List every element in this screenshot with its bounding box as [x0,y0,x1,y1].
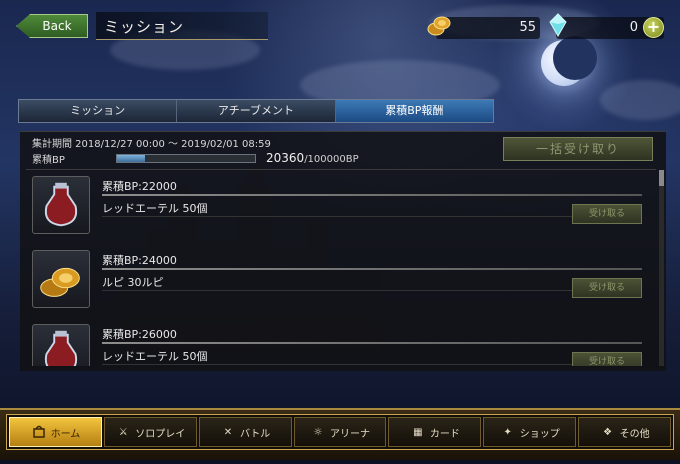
nav-shop[interactable]: ✦ ショップ [483,417,577,447]
row-divider [102,216,642,217]
bp-current: 20360 [266,151,305,165]
reward-desc: レッドエーテル 50個 [102,350,208,363]
nav-label: ホーム [50,428,81,440]
rupie-coins-icon [427,16,451,36]
back-label: Back [42,19,72,33]
back-button[interactable]: Back [16,14,88,38]
nav-label: ソロプレイ [135,428,186,440]
scrollbar[interactable] [659,170,664,366]
other-icon: ❖ [603,426,613,438]
bp-progress-fill [117,155,146,162]
nav-cards[interactable]: ▦ カード [388,417,482,447]
tab-bar: ミッション アチーブメント 累積BP報酬 [18,99,494,123]
bottom-nav-bar: ホーム ⚔ ソロプレイ ✕ バトル ☼ アリーナ ▦ カード ✦ ショップ ❖ … [6,414,674,450]
reward-desc: ルピ 30ルピ [102,276,164,289]
bp-value: 20360/100000BP [266,151,359,165]
reward-title: 累積BP:24000 [102,254,177,267]
divider [26,169,656,170]
reward-underline [102,268,642,270]
reward-underline [102,194,642,196]
bulk-claim-button[interactable]: 一括受け取り [503,137,653,161]
bp-max: /100000BP [304,154,359,165]
nav-solo[interactable]: ⚔ ソロプレイ [103,417,197,447]
reward-row: 累積BP:24000 ルピ 30ルピ 受け取る [26,246,656,316]
shop-icon: ✦ [503,426,512,438]
claim-button[interactable]: 受け取る [572,352,642,366]
row-divider [102,290,642,291]
tab-achievement[interactable]: アチーブメント [177,100,336,122]
bp-label: 累積BP [32,155,65,166]
scrollbar-thumb[interactable] [659,170,664,186]
claim-button[interactable]: 受け取る [572,204,642,224]
reward-title: 累積BP:22000 [102,180,177,193]
cards-icon: ▦ [413,426,423,438]
gem-value: 0 [629,20,638,35]
red-ether-icon [32,324,90,366]
period-text: 集計期間 2018/12/27 00:00 〜 2019/02/01 08:59 [32,139,271,150]
tab-bp-reward[interactable]: 累積BP報酬 [335,100,493,122]
page-title: ミッション [104,18,185,36]
reward-desc: レッドエーテル 50個 [102,202,208,215]
nav-label: カード [429,428,460,440]
crystal-icon [549,13,567,38]
tab-mission[interactable]: ミッション [19,100,178,122]
nav-home[interactable]: ホーム [9,417,102,447]
nav-arena[interactable]: ☼ アリーナ [293,417,387,447]
add-gem-button[interactable]: + [643,17,664,38]
moon [541,36,597,86]
crossed-swords-icon: ✕ [223,426,233,438]
nav-battle[interactable]: ✕ バトル [198,417,292,447]
nav-label: バトル [239,428,271,440]
reward-list: 累積BP:22000 レッドエーテル 50個 受け取る 累積BP:24000 ル… [26,172,656,366]
nav-label: その他 [619,428,650,440]
home-icon [31,424,47,440]
sword-icon: ⚔ [118,426,128,438]
cloud [600,80,680,120]
red-ether-icon [32,176,90,234]
row-divider [102,364,642,365]
claim-button[interactable]: 受け取る [572,278,642,298]
nav-other[interactable]: ❖ その他 [578,417,672,447]
bp-progress-bar [116,154,256,163]
rupie-coins-icon [32,250,90,308]
gold-value: 55 [519,20,536,35]
reward-underline [102,342,642,344]
reward-row: 累積BP:26000 レッドエーテル 50個 受け取る [26,320,656,366]
nav-label: アリーナ [330,428,370,440]
nav-label: ショップ [519,428,560,440]
arena-icon: ☼ [313,426,323,438]
reward-row: 累積BP:22000 レッドエーテル 50個 受け取る [26,172,656,242]
reward-title: 累積BP:26000 [102,328,177,341]
